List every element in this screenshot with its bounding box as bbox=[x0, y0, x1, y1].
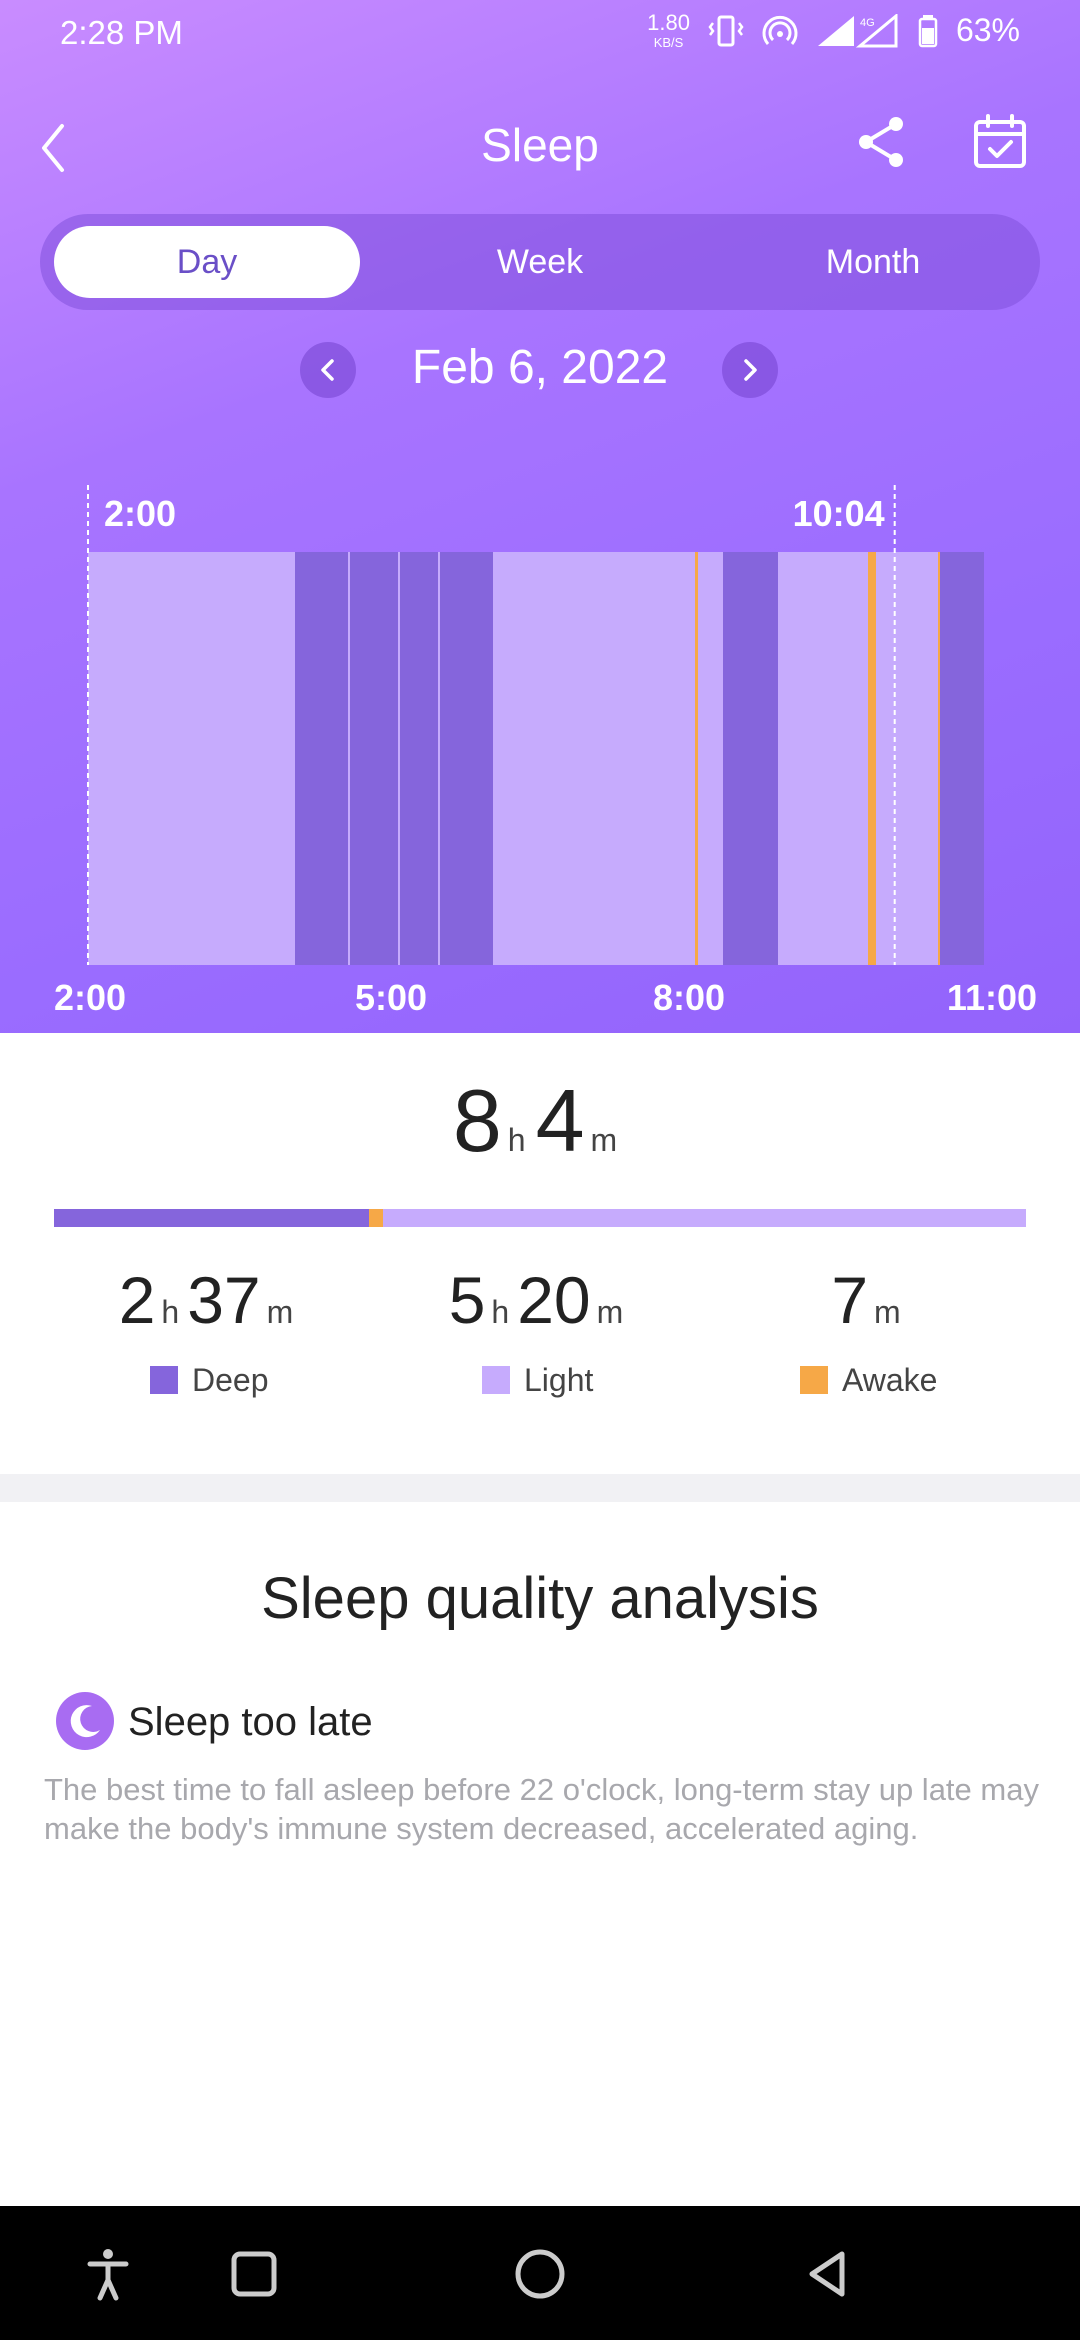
sleep-segment-deep bbox=[350, 552, 398, 965]
legend-deep-label: Deep bbox=[192, 1361, 269, 1398]
sleep-segment-deep bbox=[723, 552, 778, 965]
legend-awake-label: Awake bbox=[842, 1361, 938, 1398]
sleep-end-label: 10:04 bbox=[793, 493, 885, 534]
calendar-check-icon[interactable] bbox=[970, 112, 1030, 172]
sleep-segment-light bbox=[438, 552, 440, 965]
hotspot-icon bbox=[762, 15, 798, 45]
next-day-button[interactable] bbox=[722, 342, 778, 398]
sleep-segment-light bbox=[493, 552, 695, 965]
x-tick-label: 8:00 bbox=[653, 977, 725, 1018]
status-icons: 1.80 KB/S 4G 63% bbox=[647, 10, 1020, 50]
light-minutes: 20 bbox=[517, 1263, 591, 1337]
sleep-segment-deep bbox=[295, 552, 348, 965]
legend-awake-swatch bbox=[800, 1366, 828, 1394]
minute-unit: m bbox=[590, 1122, 618, 1158]
net-speed-unit: KB/S bbox=[653, 35, 684, 50]
hour-unit: h bbox=[491, 1294, 510, 1330]
system-navigation-bar bbox=[0, 2206, 1080, 2340]
home-circle-icon[interactable] bbox=[508, 2242, 572, 2306]
page-title: Sleep bbox=[481, 119, 599, 171]
sleep-segment-awake bbox=[868, 552, 876, 965]
ratio-awake-segment bbox=[369, 1209, 384, 1227]
legend-deep-swatch bbox=[150, 1366, 178, 1394]
x-tick-label: 2:00 bbox=[54, 977, 126, 1018]
ratio-light-segment bbox=[383, 1209, 1026, 1227]
legend-light: Light bbox=[482, 1360, 593, 1400]
status-bar: 2:28 PM 1.80 KB/S 4G 63% bbox=[0, 0, 1080, 70]
net-speed: 1.80 KB/S bbox=[647, 10, 690, 50]
total-sleep-duration: 8h4m bbox=[0, 1070, 1080, 1172]
chevron-right-icon bbox=[744, 359, 757, 381]
share-icon[interactable] bbox=[852, 112, 912, 172]
awake-minutes: 7 bbox=[831, 1263, 869, 1337]
x-tick-label: 11:00 bbox=[947, 977, 1037, 1018]
hour-unit: h bbox=[161, 1294, 180, 1330]
tab-month[interactable]: Month bbox=[720, 226, 1026, 298]
sleep-segment-awake bbox=[938, 552, 940, 965]
analysis-item-description: The best time to fall asleep before 22 o… bbox=[44, 1772, 1039, 1846]
deep-hours: 2 bbox=[118, 1263, 156, 1337]
status-time: 2:28 PM bbox=[60, 14, 183, 51]
section-divider bbox=[0, 1474, 1080, 1502]
sleep-segment-deep bbox=[940, 552, 984, 965]
chevron-left-icon bbox=[321, 359, 334, 381]
sleep-segment-light bbox=[348, 552, 350, 965]
x-tick-label: 5:00 bbox=[355, 977, 427, 1018]
total-minutes: 4 bbox=[535, 1071, 585, 1170]
sleep-segment-light bbox=[876, 552, 938, 965]
app-bar: Sleep bbox=[0, 100, 1080, 200]
awake-duration: 7m bbox=[705, 1262, 1035, 1338]
accessibility-icon[interactable] bbox=[76, 2242, 140, 2306]
tab-day[interactable]: Day bbox=[54, 226, 360, 298]
battery-icon bbox=[918, 14, 938, 47]
deep-minutes: 37 bbox=[187, 1263, 261, 1337]
legend-light-swatch bbox=[482, 1366, 510, 1394]
legend-light-label: Light bbox=[524, 1361, 594, 1398]
sleep-stage-chart: 2:00 10:04 2:00 5:00 8:00 11:00 bbox=[54, 485, 1037, 1018]
sleep-screen: 2:28 PM 1.80 KB/S 4G 63% Sleep Day Week … bbox=[0, 0, 1080, 2340]
ratio-deep-segment bbox=[54, 1209, 370, 1227]
selected-date: Feb 6, 2022 bbox=[411, 341, 669, 394]
minute-unit: m bbox=[596, 1294, 624, 1330]
sleep-start-label: 2:00 bbox=[104, 493, 176, 534]
sleep-segment-awake bbox=[695, 552, 698, 965]
network-type: 4G bbox=[860, 17, 875, 29]
signal-strength-icon: 4G bbox=[817, 13, 898, 47]
svg-text:z: z bbox=[86, 1711, 92, 1725]
legend-deep: Deep bbox=[150, 1360, 269, 1400]
sleep-segment-light bbox=[698, 552, 723, 965]
sleep-segment-light bbox=[398, 552, 400, 965]
sleep-segment-light bbox=[88, 552, 295, 965]
analysis-title: Sleep quality analysis bbox=[261, 1566, 819, 1631]
vibrate-icon bbox=[708, 15, 744, 46]
period-tabs: Day Week Month bbox=[40, 214, 1040, 310]
net-speed-value: 1.80 bbox=[647, 10, 690, 35]
light-hours: 5 bbox=[448, 1263, 486, 1337]
light-sleep-duration: 5 h 20 m bbox=[375, 1262, 705, 1338]
total-hours: 8 bbox=[452, 1071, 502, 1170]
sleep-segment-deep bbox=[400, 552, 438, 965]
analysis-item-title: Sleep too late bbox=[128, 1700, 373, 1744]
sleep-header-panel: 2:28 PM 1.80 KB/S 4G 63% Sleep Day Week … bbox=[0, 0, 1080, 1033]
deep-sleep-duration: 2 h 37 m bbox=[45, 1262, 375, 1338]
back-triangle-icon[interactable] bbox=[796, 2242, 860, 2306]
date-selector: Feb 6, 2022 bbox=[0, 341, 1080, 422]
battery-level: 63% bbox=[955, 12, 1020, 48]
tab-week[interactable]: Week bbox=[387, 226, 693, 298]
minute-unit: m bbox=[874, 1294, 901, 1330]
minute-unit: m bbox=[266, 1294, 294, 1330]
stage-ratio-bar bbox=[54, 1209, 1026, 1227]
recents-square-icon[interactable] bbox=[222, 2242, 286, 2306]
hour-unit: h bbox=[507, 1122, 526, 1158]
sleep-segment-deep bbox=[440, 552, 493, 965]
moon-sleep-icon: z bbox=[56, 1692, 114, 1750]
sleep-segment-light bbox=[778, 552, 868, 965]
legend-awake: Awake bbox=[800, 1360, 937, 1400]
previous-day-button[interactable] bbox=[300, 342, 356, 398]
